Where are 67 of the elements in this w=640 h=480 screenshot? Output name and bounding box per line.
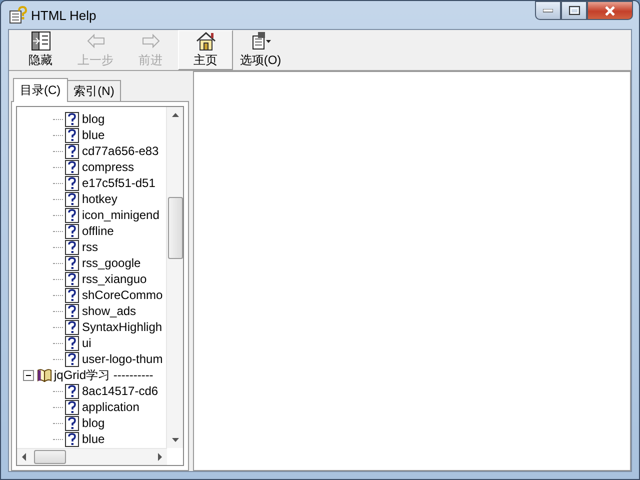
tree-item[interactable]: rss [82, 240, 98, 254]
tree-item[interactable]: icon_minigend [82, 208, 160, 222]
help-page-icon [65, 160, 80, 174]
help-page-icon [65, 224, 80, 238]
maximize-button[interactable] [561, 1, 587, 20]
tree-item[interactable]: offline [82, 224, 114, 238]
document-icon [250, 31, 272, 51]
window-title: HTML Help [31, 8, 98, 22]
help-page-icon [65, 144, 80, 158]
pane-icon [30, 31, 52, 51]
toolbar-button[interactable]: 隐藏 [13, 30, 68, 70]
help-page-icon [65, 432, 80, 446]
tree-item[interactable]: application [82, 400, 140, 414]
help-page-icon [65, 192, 80, 206]
help-document-icon [9, 6, 27, 24]
tree-item[interactable]: user-logo-thum [82, 352, 163, 366]
tree-item[interactable]: compress [82, 160, 134, 174]
home-icon [194, 31, 216, 51]
minimize-button[interactable] [535, 1, 561, 20]
tree-item[interactable]: ui [82, 336, 92, 350]
help-page-icon [65, 176, 80, 190]
scroll-thumb[interactable] [168, 197, 182, 259]
tab[interactable]: 目录(C) [13, 78, 68, 102]
left-arrow-icon [84, 31, 106, 51]
tree-item[interactable]: blue [82, 432, 105, 446]
tree-item[interactable]: hotkey [82, 192, 118, 206]
toolbar-button[interactable]: 选项(O) [233, 30, 288, 70]
help-page-icon [65, 112, 80, 126]
tree-item[interactable]: blog [82, 112, 105, 126]
help-page-icon [65, 400, 80, 414]
right-arrow-icon[interactable] [158, 453, 163, 461]
close-icon [604, 6, 616, 16]
book-icon [37, 368, 52, 382]
right-arrow-icon [140, 31, 162, 51]
tree-item[interactable]: show_ads [82, 304, 136, 318]
help-page-icon [65, 384, 80, 398]
tree-item[interactable]: rss_xianguo [82, 272, 147, 286]
help-page-icon [65, 288, 80, 302]
tree-item[interactable]: blog [82, 416, 105, 430]
minimize-icon [543, 8, 553, 12]
tree-item[interactable]: blue [82, 128, 105, 142]
tree-item[interactable]: SyntaxHighligh [82, 320, 162, 334]
help-page-icon [65, 304, 80, 318]
help-page-icon [65, 128, 80, 142]
collapse-icon[interactable] [23, 370, 34, 380]
tree-item[interactable]: rss_google [82, 256, 141, 270]
help-page-icon [65, 336, 80, 350]
tab[interactable]: 索引(N) [66, 80, 122, 101]
help-page-icon [65, 208, 80, 222]
help-page-icon [65, 256, 80, 270]
help-page-icon [65, 320, 80, 334]
scroll-thumb[interactable] [34, 450, 66, 464]
maximize-icon [568, 6, 580, 15]
tree-item[interactable]: shCoreCommo [82, 288, 163, 302]
left-arrow-icon[interactable] [21, 453, 26, 461]
tree-item[interactable]: e17c5f51-d51 [82, 176, 156, 190]
close-button[interactable] [587, 1, 633, 20]
vertical-scrollbar[interactable] [166, 107, 183, 448]
help-page-icon [65, 416, 80, 430]
horizontal-scrollbar[interactable] [17, 448, 167, 465]
toolbar-button[interactable]: 主页 [178, 30, 233, 70]
help-page-icon [65, 240, 80, 254]
tree-item[interactable]: jqGrid学习 ---------- [54, 366, 154, 384]
tree-item[interactable]: cd77a656-e83 [82, 144, 159, 158]
help-page-icon [65, 272, 80, 286]
tree-item[interactable]: 8ac14517-cd6 [82, 384, 158, 398]
help-page-icon [65, 352, 80, 366]
